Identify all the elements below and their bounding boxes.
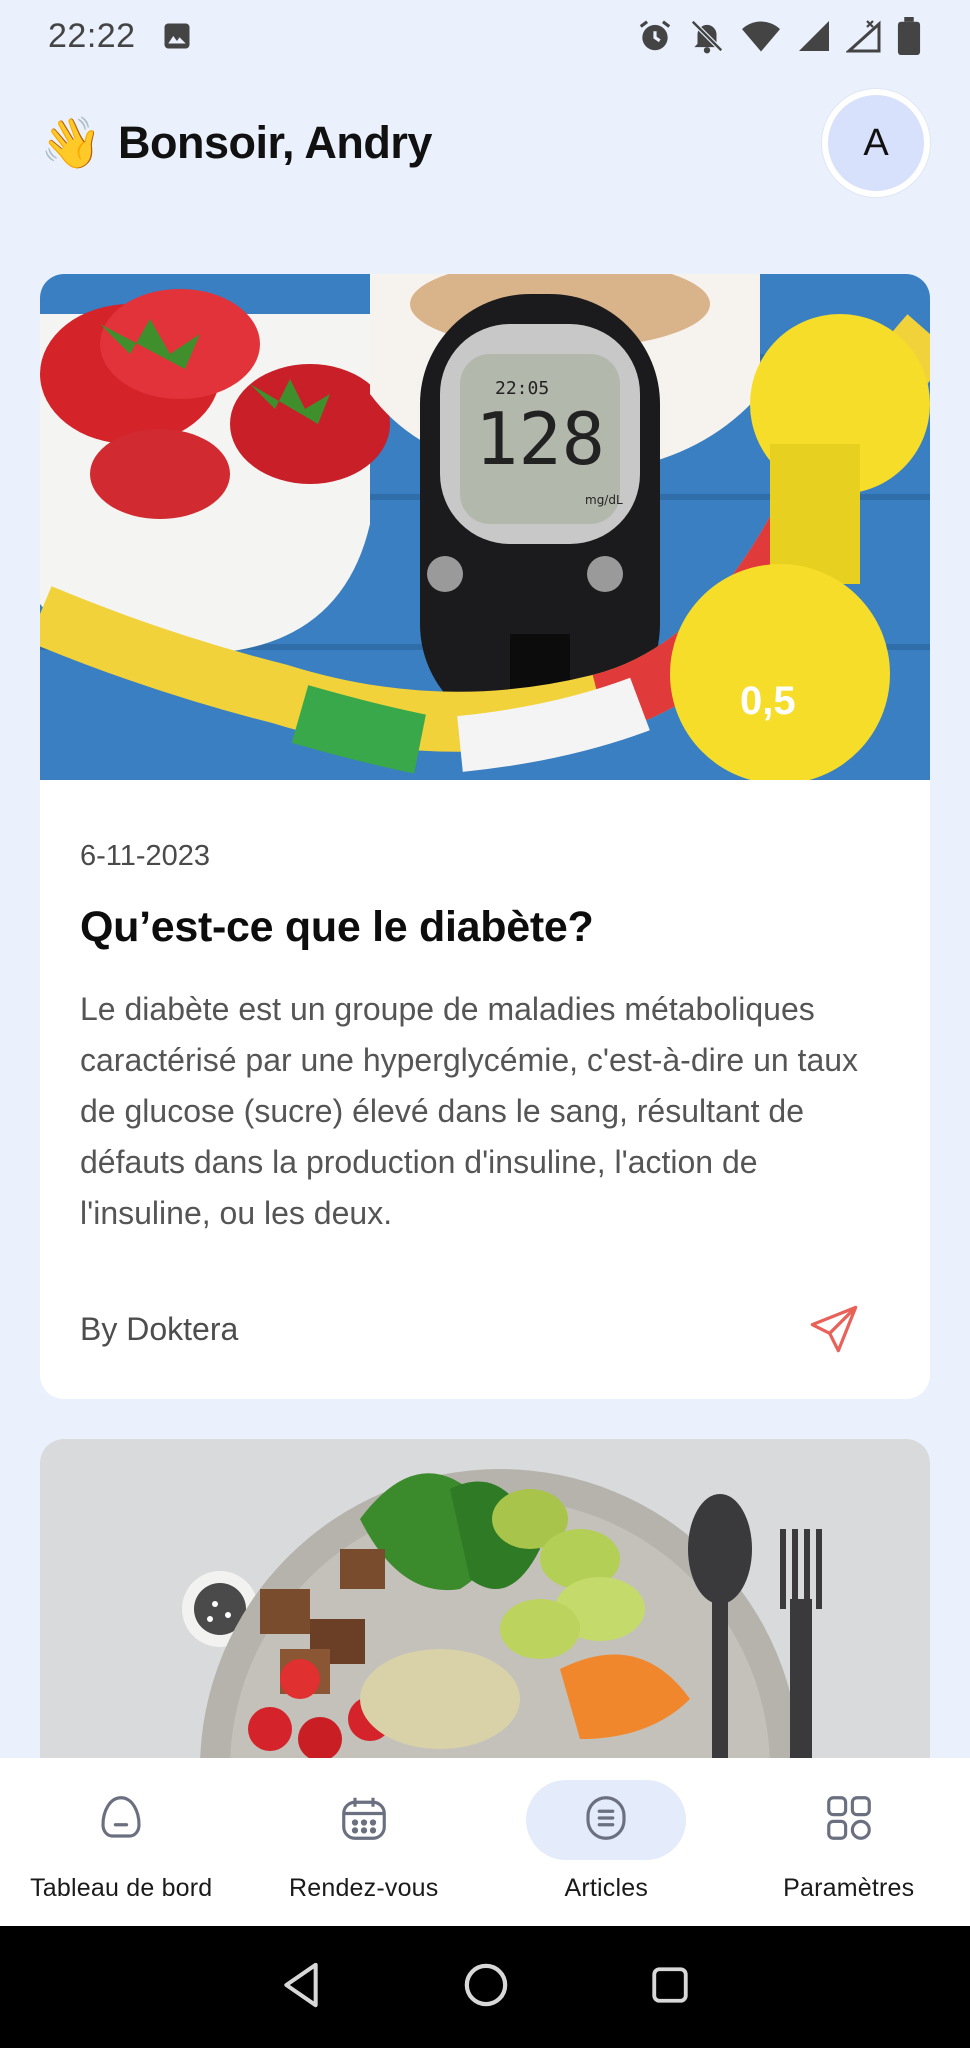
nav-label: Articles [564,1874,649,1902]
wave-emoji: 👋 [40,114,103,171]
svg-text:mg/dL: mg/dL [585,493,623,507]
dashboard-icon [94,1791,148,1850]
nav-rendez-vous[interactable]: Rendez-vous [243,1758,486,1926]
svg-text:22:05: 22:05 [495,378,549,399]
nav-tableau-de-bord[interactable]: Tableau de bord [0,1758,243,1926]
battery-icon [896,17,922,55]
article-card[interactable] [40,1439,930,1758]
article-footer: By Doktera [80,1299,890,1359]
article-card[interactable]: 128 22:05 mg/dL 0,5 6-11-2023 Qu’est-ce [40,274,930,1399]
dumbbell-label: 0,5 [740,679,796,723]
articles-feed[interactable]: 128 22:05 mg/dL 0,5 6-11-2023 Qu’est-ce [40,274,930,1758]
article-author: By Doktera [80,1310,239,1347]
article-body: 6-11-2023 Qu’est-ce que le diabète? Le d… [40,780,930,1399]
share-icon[interactable] [806,1301,862,1357]
avatar[interactable]: A [822,89,930,197]
calendar-icon [337,1791,391,1850]
image-icon [162,21,192,51]
alarm-icon [636,17,674,55]
signal-icon [796,18,832,54]
nav-articles[interactable]: Articles [485,1758,728,1926]
status-bar: 22:22 [0,0,970,72]
grid-icon [822,1791,876,1850]
article-title[interactable]: Qu’est-ce que le diabète? [80,903,890,952]
home-icon[interactable] [463,1962,509,2013]
nav-label: Paramètres [783,1874,915,1902]
avatar-initial: A [863,121,889,164]
recents-icon[interactable] [649,1964,691,2011]
article-image-bowl [40,1439,930,1758]
bottom-nav: Tableau de bord Rendez-vous Articles Par… [0,1758,970,1926]
nav-label: Tableau de bord [30,1874,213,1902]
wifi-icon [740,17,782,55]
notifications-off-icon [688,17,726,55]
signal-x-icon [846,17,882,55]
meter-reading: 128 [475,397,605,481]
nav-parametres[interactable]: Paramètres [728,1758,970,1926]
nav-label: Rendez-vous [288,1874,439,1902]
system-nav-bar [0,1926,970,2048]
greeting-title: Bonsoir, Andry [118,117,432,168]
status-time: 22:22 [48,16,136,55]
article-excerpt: Le diabète est un groupe de maladies mét… [80,991,859,1231]
article-date: 6-11-2023 [80,840,211,872]
header: 👋 Bonsoir, Andry A [40,88,930,198]
back-icon[interactable] [279,1961,323,2014]
articles-icon [579,1791,633,1850]
article-image-glucometer: 128 22:05 mg/dL 0,5 [40,274,930,780]
